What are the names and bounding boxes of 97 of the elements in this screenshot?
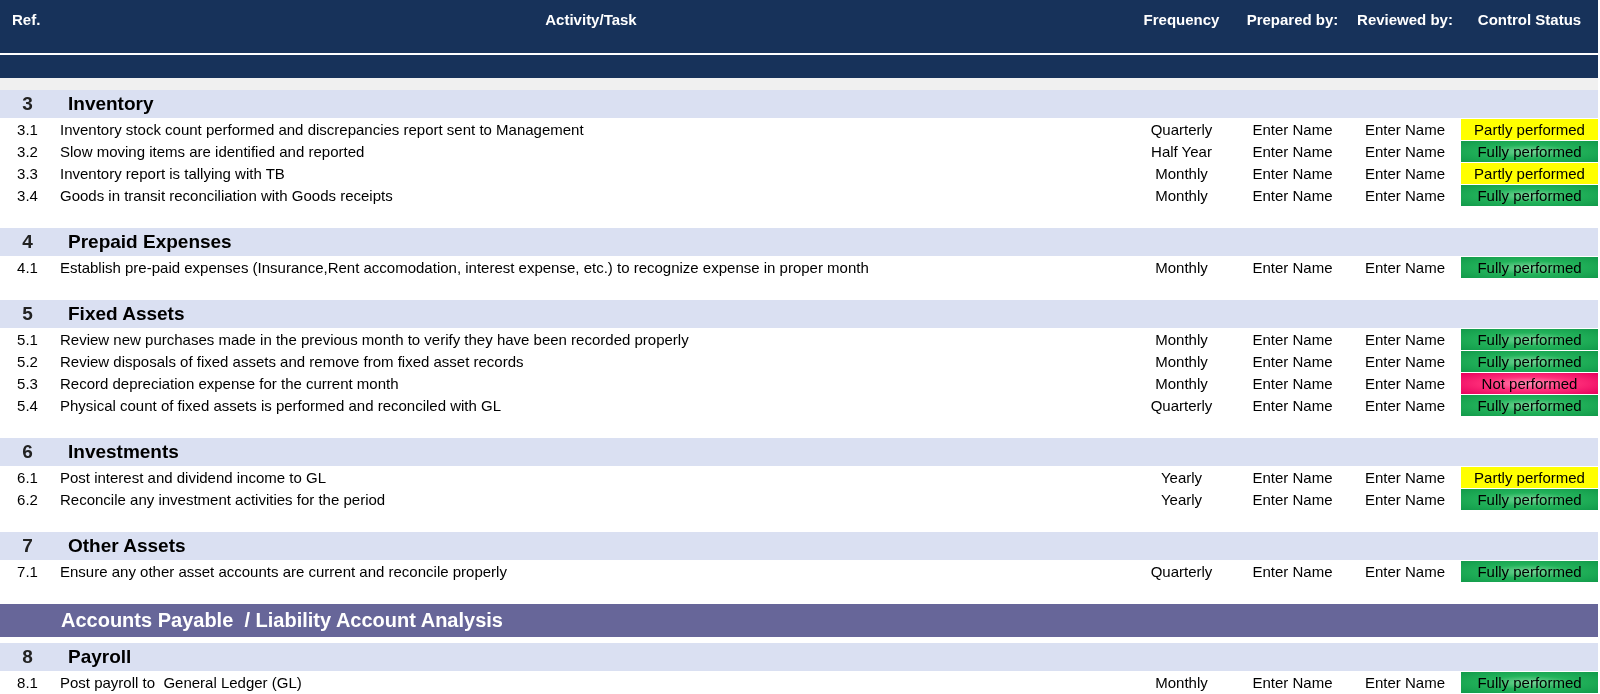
control-status-cell[interactable]: Fully performed: [1461, 256, 1598, 278]
ref-cell-text: 3.4: [16, 186, 39, 204]
control-status-cell[interactable]: Fully performed: [1461, 394, 1598, 416]
column-header: Activity/Task: [544, 10, 638, 28]
column-header: Control Status: [1476, 10, 1583, 28]
ref-cell-text: 5.4: [16, 396, 39, 414]
column-header: Frequency: [1142, 10, 1221, 28]
control-status-cell[interactable]: Not performed: [1461, 372, 1598, 394]
control-status-cell[interactable]: Fully performed: [1461, 350, 1598, 372]
category-title: Accounts Payable / Liability Account Analysis: [60, 609, 503, 632]
ref-cell-text: 6.2: [16, 490, 39, 508]
section-number: 8: [21, 646, 34, 668]
prepared-by-cell-text: Enter Name: [1251, 258, 1334, 276]
task-cell-text: Slow moving items are identified and reported: [59, 142, 366, 160]
section-number: 3: [21, 93, 34, 115]
section-number: 5: [21, 303, 34, 325]
ref-cell-text: 4.1: [16, 258, 39, 276]
prepared-by-cell-text: Enter Name: [1251, 120, 1334, 138]
section-title: Other Assets: [67, 535, 186, 557]
ref-cell-text: 3.1: [16, 120, 39, 138]
prepared-by-cell-text: Enter Name: [1251, 468, 1334, 486]
control-status-cell[interactable]: Fully performed: [1461, 328, 1598, 350]
frequency-cell-text: Monthly: [1154, 352, 1209, 370]
task-cell-text: Ensure any other asset accounts are current and reconcile properly: [59, 562, 508, 580]
section-number: 6: [21, 441, 34, 463]
ref-cell-text: 8.1: [16, 673, 39, 691]
ref-cell-text: 6.1: [16, 468, 39, 486]
reviewed-by-cell-text: Enter Name: [1363, 562, 1446, 580]
control-status-cell[interactable]: Partly performed: [1461, 466, 1598, 488]
prepared-by-cell-text: Enter Name: [1251, 490, 1334, 508]
reviewed-by-cell-text: Enter Name: [1363, 396, 1446, 414]
reviewed-by-cell-text: Enter Name: [1363, 352, 1446, 370]
task-cell-text: Reconcile any investment activities for the period: [59, 490, 387, 508]
frequency-cell-text: Quarterly: [1149, 120, 1214, 138]
prepared-by-cell-text: Enter Name: [1251, 186, 1334, 204]
column-header: Ref.: [11, 10, 42, 28]
prepared-by-cell-text: Enter Name: [1251, 352, 1334, 370]
ref-cell-text: 7.1: [16, 562, 39, 580]
section-title: Investments: [67, 441, 179, 463]
frequency-cell-text: Yearly: [1159, 468, 1204, 486]
frequency-cell-text: Monthly: [1154, 374, 1209, 392]
column-header: Reviewed by:: [1356, 10, 1454, 28]
ref-cell-text: 5.2: [16, 352, 39, 370]
ref-cell-text: 3.3: [16, 164, 39, 182]
task-cell-text: Establish pre-paid expenses (Insurance,Rent accomodation, interest expense, etc.) to recognize expense in proper month: [59, 258, 870, 276]
section-title: Fixed Assets: [67, 303, 185, 325]
prepared-by-cell-text: Enter Name: [1251, 164, 1334, 182]
column-header: Prepared by:: [1245, 10, 1340, 28]
reviewed-by-cell-text: Enter Name: [1363, 468, 1446, 486]
frequency-cell-text: Yearly: [1159, 490, 1204, 508]
reviewed-by-cell-text: Enter Name: [1363, 258, 1446, 276]
reviewed-by-cell-text: Enter Name: [1363, 142, 1446, 160]
ref-cell-text: 3.2: [16, 142, 39, 160]
reviewed-by-cell-text: Enter Name: [1363, 120, 1446, 138]
task-cell-text: Inventory stock count performed and discrepancies report sent to Management: [59, 120, 585, 138]
task-cell-text: Record depreciation expense for the current month: [59, 374, 400, 392]
control-status-cell[interactable]: Partly performed: [1461, 118, 1598, 140]
frequency-cell-text: Monthly: [1154, 330, 1209, 348]
control-status-cell[interactable]: Fully performed: [1461, 140, 1598, 162]
prepared-by-cell-text: Enter Name: [1251, 142, 1334, 160]
task-cell-text: Goods in transit reconciliation with Goods receipts: [59, 186, 394, 204]
section-title: Inventory: [67, 93, 154, 115]
reviewed-by-cell-text: Enter Name: [1363, 330, 1446, 348]
frequency-cell-text: Monthly: [1154, 164, 1209, 182]
frequency-cell-text: Monthly: [1154, 258, 1209, 276]
prepared-by-cell-text: Enter Name: [1251, 673, 1334, 691]
section-number: 4: [21, 231, 34, 253]
frequency-cell-text: Quarterly: [1149, 396, 1214, 414]
task-cell-text: Inventory report is tallying with TB: [59, 164, 286, 182]
control-status-cell[interactable]: Partly performed: [1461, 162, 1598, 184]
prepared-by-cell-text: Enter Name: [1251, 396, 1334, 414]
task-cell-text: Physical count of fixed assets is performed and reconciled with GL: [59, 396, 503, 414]
ref-cell-text: 5.3: [16, 374, 39, 392]
task-cell-text: Post interest and dividend income to GL: [59, 468, 327, 486]
control-status-cell[interactable]: Fully performed: [1461, 488, 1598, 510]
control-status-cell[interactable]: Fully performed: [1461, 184, 1598, 206]
section-title: Payroll: [67, 646, 132, 668]
section-number: 7: [21, 535, 34, 557]
frequency-cell-text: Monthly: [1154, 186, 1209, 204]
frequency-cell-text: Quarterly: [1149, 562, 1214, 580]
prepared-by-cell-text: Enter Name: [1251, 562, 1334, 580]
reviewed-by-cell-text: Enter Name: [1363, 490, 1446, 508]
reviewed-by-cell-text: Enter Name: [1363, 186, 1446, 204]
section-title: Prepaid Expenses: [67, 231, 232, 253]
prepared-by-cell-text: Enter Name: [1251, 374, 1334, 392]
control-status-cell[interactable]: Fully performed: [1461, 560, 1598, 582]
control-status-cell[interactable]: Fully performed: [1461, 671, 1598, 693]
task-cell-text: Review disposals of fixed assets and remove from fixed asset records: [59, 352, 525, 370]
reviewed-by-cell-text: Enter Name: [1363, 673, 1446, 691]
frequency-cell-text: Half Year: [1150, 142, 1213, 160]
prepared-by-cell-text: Enter Name: [1251, 330, 1334, 348]
reviewed-by-cell-text: Enter Name: [1363, 164, 1446, 182]
reviewed-by-cell-text: Enter Name: [1363, 374, 1446, 392]
ref-cell-text: 5.1: [16, 330, 39, 348]
task-cell-text: Post payroll to General Ledger (GL): [59, 673, 303, 691]
frequency-cell-text: Monthly: [1154, 673, 1209, 691]
task-cell-text: Review new purchases made in the previous month to verify they have been recorded properly: [59, 330, 690, 348]
